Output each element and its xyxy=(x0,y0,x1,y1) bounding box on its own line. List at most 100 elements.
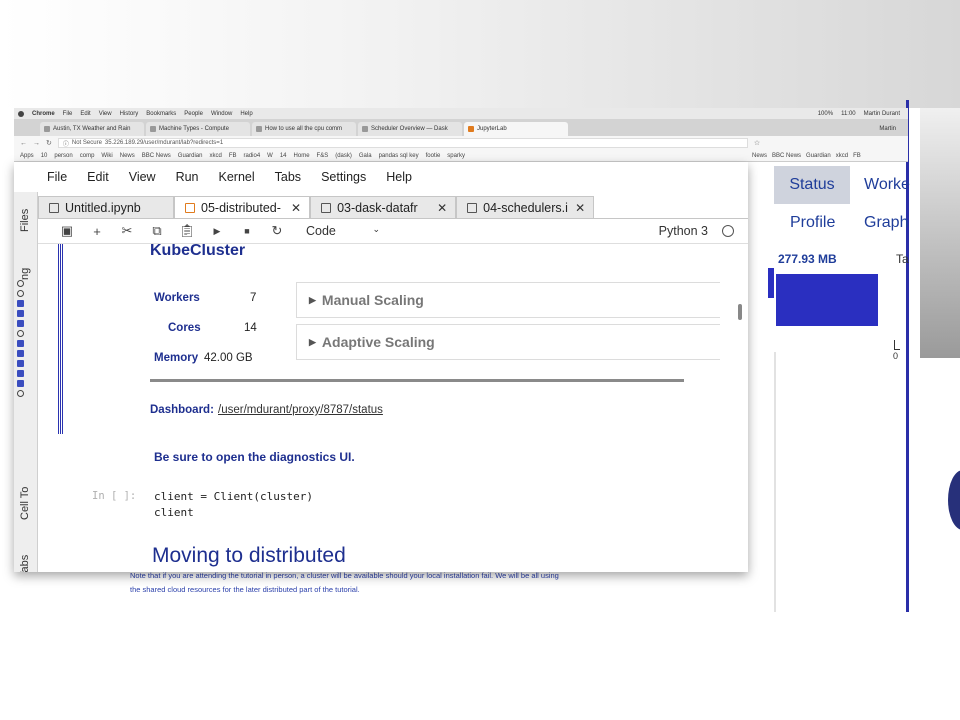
browser-tab-label: Scheduler Overview — Dask xyxy=(371,126,448,132)
bookmark[interactable]: News xyxy=(752,153,767,159)
menubar-item-edit[interactable]: Edit xyxy=(80,111,90,117)
menubar-user[interactable]: Martin Durant xyxy=(864,111,900,117)
manual-scaling-accordion[interactable]: ▶ Manual Scaling xyxy=(296,282,720,318)
restart-icon[interactable]: ↻ xyxy=(262,223,292,239)
dashboard-profile-tab[interactable]: Profile xyxy=(790,214,835,232)
address-bar-row: ← → ↻ ⓘ Not Secure 35.226.189.29/user/md… xyxy=(14,136,908,150)
bookmark[interactable]: 10 xyxy=(41,153,48,159)
bookmark[interactable]: sparky xyxy=(447,153,465,159)
close-icon[interactable]: ✕ xyxy=(575,201,585,215)
stop-icon[interactable]: ■ xyxy=(232,226,262,236)
browser-tab[interactable]: How to use all the cpu comm xyxy=(252,122,356,136)
doc-tab-03-dask-dataframe[interactable]: 03-dask-datafr ✕ xyxy=(310,196,457,218)
star-icon[interactable]: ☆ xyxy=(754,139,760,147)
doc-tab-04-schedulers[interactable]: 04-schedulers.i ✕ xyxy=(456,196,595,218)
bookmark[interactable]: xkcd xyxy=(209,153,221,159)
menubar-item-history[interactable]: History xyxy=(120,111,139,117)
jupyter-menu-run[interactable]: Run xyxy=(176,170,199,184)
cell-type-select[interactable]: Code ⌄ xyxy=(306,224,386,238)
bookmark[interactable]: BBC News xyxy=(772,153,801,159)
notebook-content[interactable]: KubeCluster Workers 7 Cores 14 Memory 42… xyxy=(38,244,748,572)
cell-prompt: In [ ]: xyxy=(92,490,137,502)
paste-icon[interactable]: 📋︎ xyxy=(172,223,202,239)
bookmark[interactable]: Gala xyxy=(359,153,372,159)
url-text: 35.226.189.29/user/mdurant/lab?redirects… xyxy=(104,140,224,146)
browser-tab[interactable]: Machine Types - Compute xyxy=(146,122,250,136)
run-icon[interactable]: ▶ xyxy=(202,226,232,237)
jupyter-menu-tabs[interactable]: Tabs xyxy=(275,170,301,184)
menubar-item-bookmarks[interactable]: Bookmarks xyxy=(146,111,176,117)
address-input[interactable]: ⓘ Not Secure 35.226.189.29/user/mdurant/… xyxy=(57,138,748,148)
adaptive-scaling-accordion[interactable]: ▶ Adaptive Scaling xyxy=(296,324,720,360)
menubar-item-view[interactable]: View xyxy=(99,111,112,117)
doc-tab-untitled[interactable]: Untitled.ipynb xyxy=(38,196,174,218)
bookmark[interactable]: Home xyxy=(294,153,310,159)
bookmark[interactable]: footie xyxy=(426,153,441,159)
sidebar-tab-cell-tools[interactable]: Cell To xyxy=(19,487,31,520)
clock[interactable]: 11:00 xyxy=(841,111,856,117)
sidebar-tab-tabs[interactable]: Tabs xyxy=(19,555,31,572)
sidebar-tab-running[interactable]: ng xyxy=(19,268,31,280)
jupyter-menu-kernel[interactable]: Kernel xyxy=(219,170,255,184)
bookmark[interactable]: News xyxy=(120,153,135,159)
bookmark[interactable]: W xyxy=(267,153,273,159)
bookmark[interactable]: person xyxy=(54,153,72,159)
add-cell-icon[interactable]: + xyxy=(82,224,112,239)
menubar-item-window[interactable]: Window xyxy=(211,111,232,117)
bookmark[interactable]: (dask) xyxy=(335,153,352,159)
square-icon xyxy=(17,320,24,327)
notebook-scrollbar[interactable] xyxy=(738,304,742,320)
jupyter-menu-file[interactable]: File xyxy=(47,170,67,184)
bookmark[interactable]: Guardian xyxy=(806,153,831,159)
code-cell-input[interactable]: client = Client(cluster) client xyxy=(154,489,313,521)
sidebar-tab-files[interactable]: Files xyxy=(19,209,31,232)
browser-tab[interactable]: Scheduler Overview — Dask xyxy=(358,122,462,136)
bookmark[interactable]: F&S xyxy=(317,153,329,159)
manual-scaling-label: Manual Scaling xyxy=(321,292,424,308)
browser-tab-active[interactable]: JupyterLab xyxy=(464,122,568,136)
bookmark[interactable]: xkcd xyxy=(836,153,848,159)
bookmark[interactable]: BBC News xyxy=(142,153,171,159)
dashboard-workers-tab[interactable]: Worke xyxy=(864,176,910,194)
dashboard-label: Dashboard: xyxy=(150,404,214,416)
kernel-indicator[interactable]: Python 3 xyxy=(659,224,748,238)
chevron-down-icon: ⌄ xyxy=(372,224,380,234)
back-arrow-icon[interactable]: ← xyxy=(20,140,27,147)
jupyter-menu-help[interactable]: Help xyxy=(386,170,412,184)
bookmark[interactable]: radio4 xyxy=(243,153,260,159)
bookmark[interactable]: FB xyxy=(853,153,861,159)
notebook-icon xyxy=(49,202,59,213)
chrome-profile-button[interactable]: Martin xyxy=(879,126,908,136)
bookmark[interactable]: 14 xyxy=(280,153,287,159)
dashboard-link[interactable]: /user/mdurant/proxy/8787/status xyxy=(218,404,383,416)
dashboard-status-tab[interactable]: Status xyxy=(774,166,850,204)
info-icon[interactable]: ⓘ xyxy=(63,139,69,148)
bookmark[interactable]: FB xyxy=(229,153,237,159)
bookmark[interactable]: Wiki xyxy=(101,153,112,159)
jupyter-menu-edit[interactable]: Edit xyxy=(87,170,109,184)
battery-level: 100% xyxy=(817,110,834,117)
close-icon[interactable]: ✕ xyxy=(291,201,301,215)
browser-tab[interactable]: Austin, TX Weather and Rain xyxy=(40,122,144,136)
menubar-item-file[interactable]: File xyxy=(63,111,73,117)
jupyter-menu-settings[interactable]: Settings xyxy=(321,170,366,184)
jupyter-menu-view[interactable]: View xyxy=(129,170,156,184)
forward-arrow-icon[interactable]: → xyxy=(33,140,40,147)
menubar-app-name[interactable]: Chrome xyxy=(32,111,55,117)
close-icon[interactable]: ✕ xyxy=(437,201,447,215)
bookmark[interactable]: pandas sql key xyxy=(379,153,419,159)
bookmark[interactable]: comp xyxy=(80,153,95,159)
dashboard-graph-tab[interactable]: Graph xyxy=(864,214,908,232)
bookmark[interactable]: Apps xyxy=(20,153,34,159)
cut-icon[interactable]: ✂ xyxy=(112,223,142,239)
menubar-item-help[interactable]: Help xyxy=(240,111,252,117)
doc-tab-05-distributed[interactable]: 05-distributed- ✕ xyxy=(174,196,311,218)
bookmark[interactable]: Guardian xyxy=(178,153,203,159)
dashboard-divider xyxy=(774,352,776,612)
apple-icon[interactable] xyxy=(18,110,24,117)
cluster-title: KubeCluster xyxy=(150,244,246,259)
copy-icon[interactable]: ⧉ xyxy=(142,223,172,239)
reload-icon[interactable]: ↻ xyxy=(46,139,52,147)
save-icon[interactable]: ▣ xyxy=(52,223,82,239)
menubar-item-people[interactable]: People xyxy=(184,111,203,117)
